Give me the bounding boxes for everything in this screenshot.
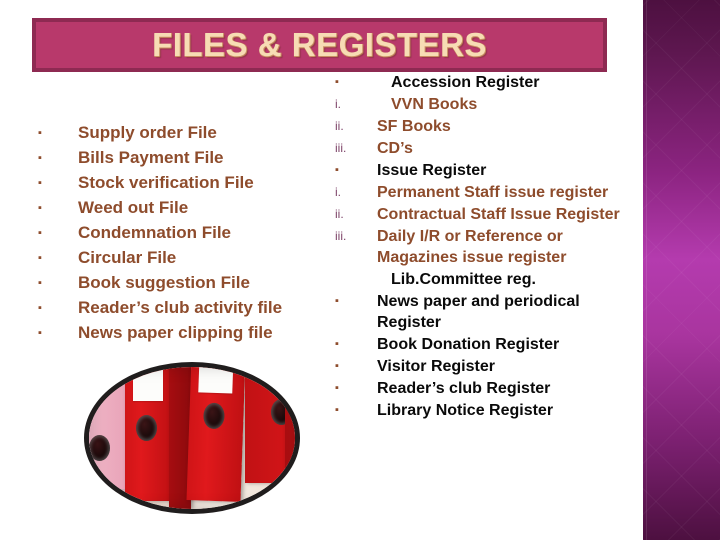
list-item: i. Permanent Staff issue register (335, 182, 635, 203)
list-marker-bullet-icon: ▪ (38, 277, 42, 289)
list-item: ▪ Issue Register (335, 160, 635, 181)
binder-hole-icon (136, 415, 157, 441)
list-item: ▪ Supply order File (38, 122, 338, 144)
list-marker-bullet-icon: ▪ (335, 164, 339, 176)
list-item-label: News paper clipping file (78, 323, 273, 342)
list-item-label: Bills Payment File (78, 148, 224, 167)
binder-hole-icon (203, 402, 225, 430)
list-item: ii. SF Books (335, 116, 635, 137)
list-item-label: Circular File (78, 248, 177, 267)
list-marker-bullet-icon: ▪ (38, 327, 42, 339)
list-item-label: VVN Books (391, 96, 478, 113)
decorative-side-band (643, 0, 720, 540)
list-item-label: Reader’s club Register (377, 380, 551, 397)
binder-hole-icon (89, 435, 110, 461)
list-item-label: Accession Register (391, 74, 540, 91)
list-item: ▪ Stock verification File (38, 172, 338, 194)
list-marker-numeral: ii. (335, 207, 344, 221)
list-item: ▪ Weed out File (38, 197, 338, 219)
binder-red-3 (186, 367, 246, 502)
list-item-label: CD’s (377, 140, 413, 157)
page-title: FILES & REGISTERS (152, 26, 487, 63)
list-marker-bullet-icon: ▪ (335, 338, 339, 350)
list-item: i. VVN Books (335, 94, 635, 115)
list-item: ▪ Library Notice Register (335, 400, 635, 421)
list-marker-bullet-icon: ▪ (38, 252, 42, 264)
list-marker-bullet-icon: ▪ (335, 382, 339, 394)
list-item: ii. Contractual Staff Issue Register (335, 204, 635, 225)
list-marker-bullet-icon: ▪ (335, 404, 339, 416)
binder-red-1 (125, 367, 171, 501)
right-registers-list: ▪ Accession Register i. VVN Books ii. SF Book… (335, 72, 635, 422)
list-item-label: Book Donation Register (377, 336, 560, 353)
list-marker-numeral: ii. (335, 119, 344, 133)
list-marker-bullet-icon: ▪ (335, 295, 339, 307)
list-item-label: Reader’s club activity file (78, 298, 283, 317)
slide-title-bar: FILES & REGISTERS (32, 18, 607, 72)
list-item: ▪ Book Donation Register (335, 334, 635, 355)
list-item-label: Contractual Staff Issue Register (377, 206, 620, 223)
list-item: iii. CD’s (335, 138, 635, 159)
list-item-label: SF Books (377, 118, 451, 135)
list-item-label: Issue Register (377, 162, 487, 179)
list-item: iii. Daily I/R or Reference or Magazines … (335, 226, 635, 268)
list-item-label: Supply order File (78, 123, 217, 142)
list-marker-bullet-icon: ▪ (38, 127, 42, 139)
list-item: ▪ Reader’s club activity file (38, 297, 338, 319)
list-item-label: Permanent Staff issue register (377, 184, 609, 201)
list-item: ▪ Bills Payment File (38, 147, 338, 169)
list-marker-bullet-icon: ▪ (335, 360, 339, 372)
binders-photo (84, 362, 300, 514)
binder-pink (89, 373, 127, 489)
list-item: ▪ Book suggestion File (38, 272, 338, 294)
list-marker-numeral: i. (335, 185, 341, 199)
list-marker-numeral: iii. (335, 229, 347, 243)
list-item: ▪ News paper clipping file (38, 322, 338, 344)
binder-red-5 (285, 367, 295, 475)
list-item: ▪ Accession Register (335, 72, 635, 93)
list-item-label: Stock verification File (78, 173, 254, 192)
left-files-list: ▪ Supply order File ▪ Bills Payment File ▪ St… (38, 122, 338, 347)
list-marker-bullet-icon: ▪ (38, 227, 42, 239)
list-item-label: Book suggestion File (78, 273, 250, 292)
list-item-label: Lib.Committee reg. (391, 271, 536, 288)
band-diamond-pattern (643, 0, 720, 540)
list-item: ▪ Circular File (38, 247, 338, 269)
binder-label (198, 367, 234, 394)
list-marker-bullet-icon: ▪ (38, 177, 42, 189)
list-item: ▪ Visitor Register (335, 356, 635, 377)
list-item: Lib.Committee reg. (335, 269, 635, 290)
list-item-label: Library Notice Register (377, 402, 554, 419)
list-marker-numeral: i. (335, 97, 341, 111)
list-item-label: News paper and periodical Register (377, 293, 580, 331)
list-item-label: Condemnation File (78, 223, 231, 242)
list-marker-bullet-icon: ▪ (38, 202, 42, 214)
list-marker-bullet-icon: ▪ (38, 152, 42, 164)
list-marker-bullet-icon: ▪ (335, 76, 339, 88)
list-item-label: Visitor Register (377, 358, 495, 375)
list-item: ▪ News paper and periodical Register (335, 291, 635, 333)
list-marker-bullet-icon: ▪ (38, 302, 42, 314)
binder-label (133, 369, 163, 401)
list-marker-numeral: iii. (335, 141, 347, 155)
list-item-label: Daily I/R or Reference or Magazines issu… (377, 228, 567, 266)
list-item-label: Weed out File (78, 198, 189, 217)
list-item: ▪ Reader’s club Register (335, 378, 635, 399)
list-item: ▪ Condemnation File (38, 222, 338, 244)
